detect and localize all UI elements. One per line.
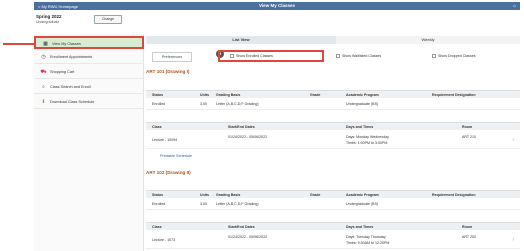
col-units: Units [200, 93, 209, 97]
cell-program: Undergraduate (BS) [346, 102, 379, 106]
sidebar-item-download-schedule[interactable]: ⬇ Download Class Schedule [34, 96, 144, 109]
table-row: Enrolled 3.00 Letter (A,B,C,D,F Grading)… [146, 100, 520, 110]
filter-enrolled[interactable]: Show Enrolled Classes [230, 51, 273, 61]
cell-days: Days: Tuesday Thursday [346, 235, 386, 239]
cell-program: Undergraduate (BS) [346, 202, 379, 206]
table-row: Lecture - 10094 01/24/2022 - 05/06/2022 … [146, 133, 520, 149]
cell-status: Enrolled [152, 102, 166, 106]
main-content: List View Weekly Preferences 5 Show Enro… [146, 34, 520, 251]
col-dates: Start/End Dates [228, 125, 255, 129]
sidebar-item-label: Class Search and Enroll [50, 85, 91, 89]
sidebar-item-label: Enrollment Appointments [50, 55, 93, 59]
download-icon: ⬇ [41, 99, 46, 105]
view-tabs: List View Weekly [146, 36, 520, 44]
checkbox-icon[interactable] [336, 54, 340, 59]
cell-units: 3.00 [200, 102, 207, 106]
top-header-bar: < My RWU Homepage View My Classes ⌂ [34, 2, 520, 10]
cell-class: Lecture - 10094 [152, 138, 178, 142]
filter-waitlisted[interactable]: Show Waitlisted Classes [336, 51, 381, 61]
sidebar-item-label: Download Class Schedule [50, 100, 95, 104]
sidebar-item-label: Shopping Cart [50, 70, 75, 74]
printable-schedule-link[interactable]: Printable Schedule [160, 154, 192, 158]
tab-weekly[interactable]: Weekly [336, 36, 520, 44]
filter-label: Show Dropped Classes [438, 54, 476, 58]
col-grading: Grading Basis [216, 193, 241, 197]
sidebar-item-enrollment-appointments[interactable]: ◷ Enrollment Appointments [34, 51, 144, 64]
col-grade: Grade [310, 193, 321, 197]
cell-dates: 01/24/2022 - 05/06/2022 [228, 135, 268, 139]
cell-times: Times: 1:00PM to 3:50PM [346, 141, 388, 145]
change-term-button[interactable]: Change [94, 15, 122, 24]
sidebar: ▦ View My Classes ◷ Enrollment Appointme… [34, 34, 144, 251]
col-days-times: Days and Times [346, 225, 374, 229]
col-dates: Start/End Dates [228, 225, 255, 229]
filter-dropped[interactable]: Show Dropped Classes [432, 51, 476, 61]
section-table-header: Class Start/End Dates Days and Times Roo… [146, 222, 520, 230]
cell-units: 3.00 [200, 202, 207, 206]
cell-status: Enrolled [152, 202, 166, 206]
col-grade: Grade [310, 93, 321, 97]
col-class: Class [152, 125, 162, 129]
chevron-right-icon[interactable]: › [512, 137, 514, 143]
col-status: Status [152, 193, 163, 197]
clock-icon: ◷ [41, 54, 46, 60]
home-icon[interactable]: ⌂ [513, 3, 516, 9]
col-room: Room [462, 125, 473, 129]
cell-room: ART 210 [462, 135, 477, 139]
col-status: Status [152, 93, 163, 97]
chevron-right-icon[interactable]: › [512, 237, 514, 243]
checkbox-icon[interactable] [432, 54, 436, 59]
cell-grading: Letter (A,B,C,D,F Grading) [216, 202, 259, 206]
col-class: Class [152, 225, 162, 229]
sidebar-item-view-my-classes[interactable]: ▦ View My Classes [34, 36, 144, 49]
term-name: Spring 2022 [36, 14, 62, 19]
sidebar-item-label: View My Classes [52, 42, 81, 46]
course-title[interactable]: ART 101 (Drawing I) [146, 69, 189, 74]
col-units: Units [200, 193, 209, 197]
cell-days: Days: Monday Wednesday [346, 135, 389, 139]
cell-grading: Letter (A,B,C,D,F Grading) [216, 102, 259, 106]
preferences-button[interactable]: Preferences [152, 52, 192, 62]
cell-times: Times: 9:30AM to 12:20PM [346, 241, 390, 245]
table-row: Lecture - 1073 01/24/2022 - 05/06/2022 D… [146, 233, 520, 249]
tab-list-view[interactable]: List View [146, 36, 336, 44]
cell-class: Lecture - 1073 [152, 238, 176, 242]
col-grading: Grading Basis [216, 93, 241, 97]
page-title: View My Classes [259, 3, 295, 8]
col-requirement: Requirement Designation [432, 193, 476, 197]
col-room: Room [462, 225, 473, 229]
checkbox-icon[interactable] [230, 54, 234, 59]
section-table-header: Class Start/End Dates Days and Times Roo… [146, 122, 520, 130]
enrollment-table-header: Status Units Grading Basis Grade Academi… [146, 90, 520, 98]
col-program: Academic Program [346, 93, 379, 97]
col-days-times: Days and Times [346, 125, 374, 129]
filter-label: Show Waitlisted Classes [342, 54, 382, 58]
enrollment-table-header: Status Units Grading Basis Grade Academi… [146, 190, 520, 198]
course-title[interactable]: ART 102 (Drawing II) [146, 170, 191, 175]
cell-dates: 01/24/2022 - 05/06/2022 [228, 235, 268, 239]
col-requirement: Requirement Designation [432, 93, 476, 97]
cart-icon: ⛟ [40, 69, 47, 75]
col-program: Academic Program [346, 193, 379, 197]
cell-room: ART 200 [462, 235, 477, 239]
calendar-icon: ▦ [43, 41, 48, 47]
filter-label: Show Enrolled Classes [236, 54, 273, 58]
term-selector: Spring 2022 Undergraduate Change [34, 12, 142, 32]
table-row: Enrolled 3.00 Letter (A,B,C,D,F Grading)… [146, 200, 520, 210]
sidebar-item-shopping-cart[interactable]: ⛟ Shopping Cart [34, 66, 144, 79]
search-icon: ⌕ [42, 84, 45, 90]
term-career: Undergraduate [36, 20, 60, 24]
sidebar-item-class-search[interactable]: ⌕ Class Search and Enroll [34, 81, 144, 94]
